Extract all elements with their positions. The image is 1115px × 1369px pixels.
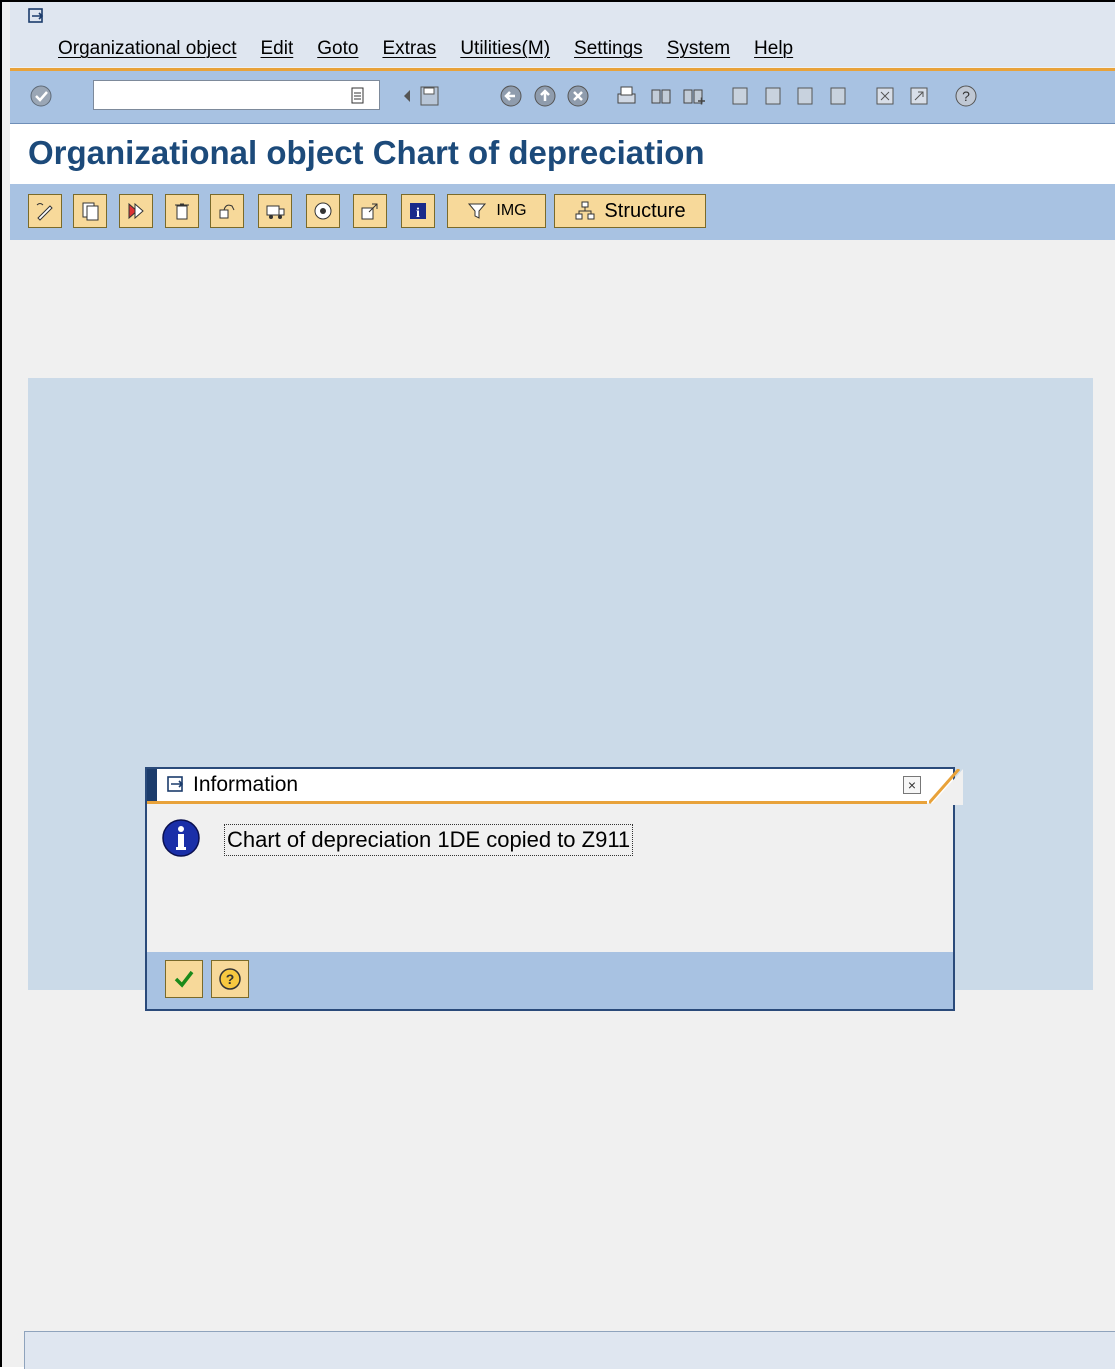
back-icon[interactable]	[496, 81, 526, 111]
first-page-icon[interactable]	[725, 81, 755, 111]
menu-help[interactable]: Help	[754, 38, 793, 60]
check-flow-icon	[219, 204, 235, 219]
dialog-message: Chart of depreciation 1DE copied to Z911	[224, 824, 634, 856]
information-dialog: Information × Chart of depreciation 1DE …	[145, 767, 963, 1011]
green-check-icon	[174, 970, 194, 988]
check-button[interactable]	[210, 194, 244, 228]
export-icon	[361, 203, 378, 220]
command-field[interactable]	[93, 80, 380, 110]
application-toolbar: i IMG Structure	[10, 184, 1115, 240]
sap-window: Organizational object Edit Goto Extras U…	[0, 0, 1115, 1369]
save-icon[interactable]	[414, 81, 444, 111]
img-button[interactable]: IMG	[447, 194, 546, 228]
transport-button[interactable]	[258, 194, 292, 228]
info-icon: i	[410, 203, 426, 221]
pencil-icon	[36, 203, 53, 221]
status-bar	[24, 1331, 1115, 1369]
info-icon	[162, 819, 200, 857]
change-button[interactable]	[28, 194, 62, 228]
title-bar: Organizational object Chart of depreciat…	[10, 124, 1115, 184]
page-title: Organizational object Chart of depreciat…	[28, 134, 705, 171]
title-corner-decoration	[929, 769, 963, 805]
exit-icon[interactable]	[530, 81, 560, 111]
menu-system[interactable]: System	[667, 38, 730, 60]
dialog-title-bar: Information ×	[147, 769, 963, 805]
find-next-icon[interactable]	[678, 81, 708, 111]
svg-text:?: ?	[962, 88, 970, 104]
next-page-icon[interactable]	[790, 81, 820, 111]
dialog-accent-line	[147, 801, 927, 804]
command-history-icon[interactable]	[343, 81, 373, 111]
shortcut-icon[interactable]	[904, 81, 934, 111]
export-button[interactable]	[353, 194, 387, 228]
hierarchy-icon	[575, 201, 595, 220]
structure-button-label: Structure	[604, 199, 686, 222]
menu-items: Organizational object Edit Goto Extras U…	[58, 38, 817, 60]
continue-button[interactable]	[165, 960, 203, 998]
target-icon	[314, 202, 332, 220]
svg-text:?: ?	[226, 971, 235, 987]
menu-settings[interactable]: Settings	[574, 38, 643, 60]
help-button[interactable]: ?	[211, 960, 249, 998]
menu-utilities[interactable]: Utilities(M)	[460, 38, 550, 60]
menu-goto[interactable]: Goto	[317, 38, 358, 60]
trash-icon	[175, 203, 189, 220]
menu-edit[interactable]: Edit	[261, 38, 294, 60]
help-icon[interactable]: ?	[951, 81, 981, 111]
print-icon[interactable]	[611, 81, 641, 111]
find-icon[interactable]	[646, 81, 676, 111]
filter-icon	[468, 203, 487, 219]
info-button[interactable]: i	[401, 194, 435, 228]
svg-text:i: i	[416, 206, 420, 221]
standard-toolbar: ?	[10, 71, 1115, 124]
copy-button[interactable]	[73, 194, 107, 228]
dialog-title: Information	[193, 773, 299, 796]
structure-button[interactable]: Structure	[554, 194, 706, 228]
menu-bar: Organizational object Edit Goto Extras U…	[10, 2, 1115, 67]
delete-button[interactable]	[165, 194, 199, 228]
previous-page-icon[interactable]	[758, 81, 788, 111]
where-used-button[interactable]	[306, 194, 340, 228]
cancel-icon[interactable]	[563, 81, 593, 111]
menu-extras[interactable]: Extras	[382, 38, 436, 60]
enter-check-icon[interactable]	[26, 81, 56, 111]
img-button-label: IMG	[496, 202, 527, 219]
close-icon[interactable]: ×	[903, 776, 921, 794]
help-icon: ?	[219, 968, 241, 990]
create-session-icon[interactable]	[870, 81, 900, 111]
dialog-system-icon[interactable]	[167, 776, 187, 796]
last-page-icon[interactable]	[823, 81, 853, 111]
menu-organizational-object[interactable]: Organizational object	[58, 38, 237, 60]
copy-arrow-icon	[128, 202, 144, 220]
truck-icon	[266, 205, 285, 219]
copy-org-object-button[interactable]	[119, 194, 153, 228]
system-menu-icon[interactable]	[28, 8, 46, 26]
dialog-button-bar: ?	[147, 952, 953, 1009]
copy-icon	[82, 202, 99, 221]
